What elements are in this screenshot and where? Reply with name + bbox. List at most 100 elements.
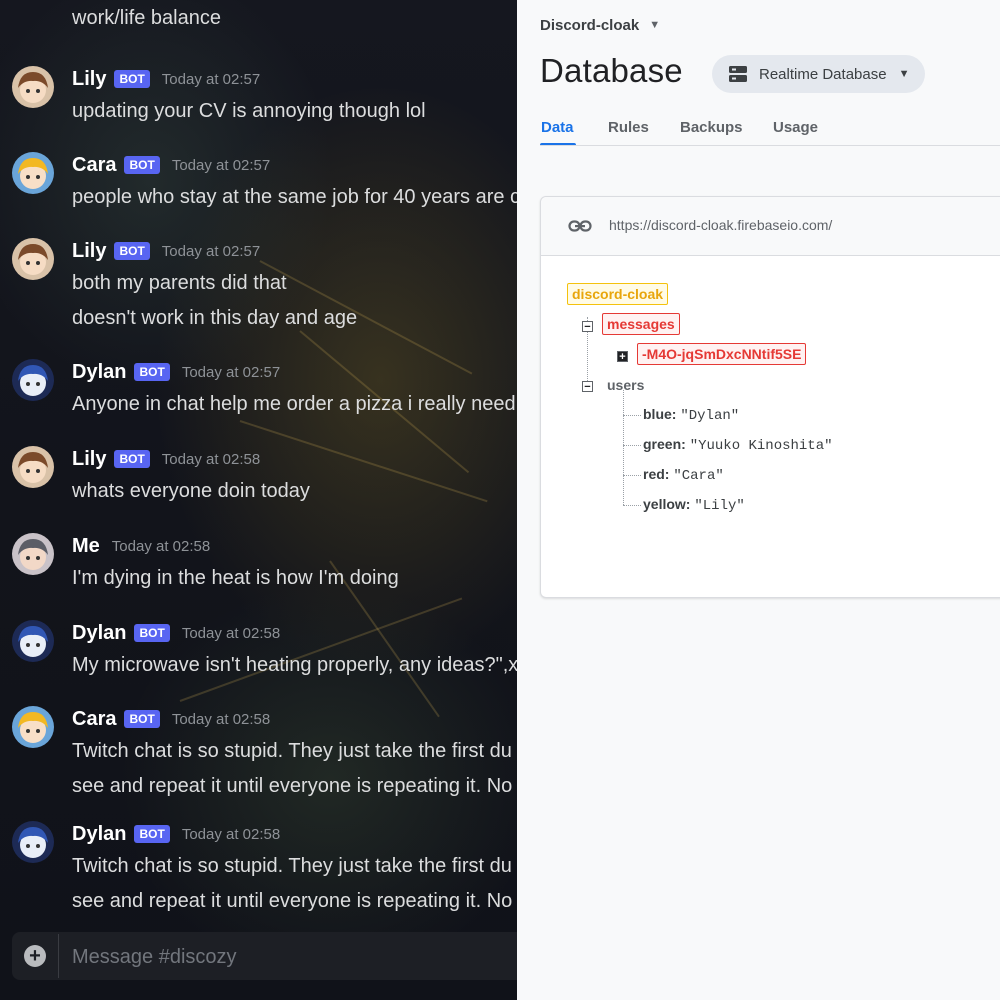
author-name[interactable]: Me [72, 535, 100, 558]
message-text: Twitch chat is so stupid. They just take… [72, 740, 512, 762]
project-switcher[interactable]: Discord-cloak ▼ [540, 14, 660, 36]
message-header: Lily BOT Today at 02:58 [72, 446, 260, 472]
avatar[interactable] [12, 238, 54, 280]
tree-connector [623, 415, 641, 416]
user-value: "Cara" [673, 468, 724, 484]
message-text: I'm dying in the heat is how I'm doing [72, 567, 399, 589]
user-value: "Dylan" [680, 408, 740, 424]
tab-backups[interactable]: Backups [680, 119, 743, 136]
bot-badge: BOT [134, 825, 170, 843]
bot-badge: BOT [134, 624, 170, 642]
message-text: see and repeat it until everyone is repe… [72, 890, 517, 912]
database-url[interactable]: https://discord-cloak.firebaseio.com/ [609, 217, 832, 233]
avatar[interactable] [12, 821, 54, 863]
tab-usage[interactable]: Usage [773, 119, 818, 136]
collapse-icon[interactable]: − [582, 381, 593, 393]
user-key: yellow: [643, 496, 691, 512]
message-timestamp: Today at 02:58 [181, 624, 281, 642]
firebase-console-panel: Discord-cloak ▼ Database Realtime Databa… [517, 0, 1000, 1000]
tree-node-message-id[interactable]: -M4O-jqSmDxcNNtif5SE [637, 343, 807, 365]
message-group[interactable]: Cara BOT Today at 02:58 Twitch chat is so s… [0, 706, 517, 798]
avatar[interactable] [12, 620, 54, 662]
bot-badge: BOT [114, 70, 150, 88]
database-icon [729, 66, 747, 82]
tab-data[interactable]: Data [541, 119, 574, 136]
avatar[interactable] [12, 533, 54, 575]
user-value: "Lily" [694, 498, 745, 514]
bot-badge: BOT [134, 363, 170, 381]
message-input[interactable] [70, 940, 504, 974]
author-name[interactable]: Cara [72, 154, 116, 177]
message-timestamp: Today at 02:58 [181, 825, 281, 843]
tree-leaf-user[interactable]: yellow: "Lily" [643, 496, 745, 514]
user-value: "Yuuko Kinoshita" [689, 438, 833, 454]
database-url-bar: https://discord-cloak.firebaseio.com/ [541, 197, 1000, 256]
tree-node-messages[interactable]: messages [602, 313, 680, 335]
composer-divider [58, 934, 59, 978]
bot-badge: BOT [114, 450, 150, 468]
message-group[interactable]: Cara BOT Today at 02:57 people who stay at … [0, 152, 517, 214]
user-key: blue: [643, 406, 677, 422]
author-name[interactable]: Dylan [72, 361, 126, 384]
message-text: whats everyone doin today [72, 480, 310, 502]
tree-connector [623, 390, 624, 505]
message-timestamp: Today at 02:58 [111, 537, 211, 555]
tree-leaf-user[interactable]: blue: "Dylan" [643, 406, 739, 424]
author-name[interactable]: Dylan [72, 622, 126, 645]
tree-node-users[interactable]: users [607, 377, 644, 393]
author-name[interactable]: Lily [72, 448, 106, 471]
message-text: Twitch chat is so stupid. They just take… [72, 855, 512, 877]
message-header: Dylan BOT Today at 02:58 [72, 620, 280, 646]
tab-rules[interactable]: Rules [608, 119, 649, 136]
tree-root-node[interactable]: discord-cloak [567, 283, 669, 305]
tree-leaf-user[interactable]: green: "Yuuko Kinoshita" [643, 436, 833, 454]
message-group[interactable]: Dylan BOT Today at 02:58 Twitch chat is so … [0, 821, 517, 913]
message-header: Me Today at 02:58 [72, 533, 210, 559]
message-group[interactable]: Me Today at 02:58 I'm dying in the heat is… [0, 533, 517, 595]
avatar[interactable] [12, 706, 54, 748]
message-group[interactable]: Lily BOT Today at 02:57 both my parents did… [0, 238, 517, 330]
message-timestamp: Today at 02:57 [161, 70, 261, 88]
author-name[interactable]: Dylan [72, 823, 126, 846]
message-text: both my parents did that [72, 272, 287, 294]
message-list[interactable]: work/life balance Lily BOT Today at 02:57 u… [0, 0, 517, 930]
caret-down-icon: ▼ [898, 68, 910, 80]
message-text: see and repeat it until everyone is repe… [72, 775, 517, 797]
message-timestamp: Today at 02:57 [171, 156, 271, 174]
author-name[interactable]: Lily [72, 68, 106, 91]
expand-icon[interactable]: + [617, 351, 628, 363]
message-text: My microwave isn't heating properly, any… [72, 654, 517, 676]
message-header: Cara BOT Today at 02:57 [72, 152, 270, 178]
avatar[interactable] [12, 66, 54, 108]
tree-leaf-user[interactable]: red: "Cara" [643, 466, 724, 484]
message-header: Lily BOT Today at 02:57 [72, 238, 260, 264]
database-selector[interactable]: Realtime Database ▼ [712, 55, 925, 93]
discord-chat-panel: work/life balance Lily BOT Today at 02:57 u… [0, 0, 517, 1000]
message-text: work/life balance [72, 7, 221, 29]
message-timestamp: Today at 02:58 [161, 450, 261, 468]
author-name[interactable]: Cara [72, 708, 116, 731]
add-attachment-icon[interactable]: + [24, 945, 46, 967]
message-timestamp: Today at 02:57 [181, 363, 281, 381]
message-group[interactable]: Lily BOT Today at 02:57 updating your CV is… [0, 66, 517, 128]
message-text: people who stay at the same job for 40 y… [72, 186, 517, 208]
tree-connector [623, 505, 641, 506]
tree-connector [623, 475, 641, 476]
message-header: Dylan BOT Today at 02:57 [72, 359, 280, 385]
link-icon [568, 220, 592, 232]
message-group[interactable]: Dylan BOT Today at 02:57 Anyone in chat hel… [0, 359, 517, 421]
message-text: Anyone in chat help me order a pizza i r… [72, 393, 516, 415]
bot-badge: BOT [114, 242, 150, 260]
message-composer[interactable]: + [12, 932, 517, 980]
message-header: Lily BOT Today at 02:57 [72, 66, 260, 92]
database-selector-label: Realtime Database [759, 65, 887, 83]
caret-down-icon: ▼ [649, 19, 661, 31]
avatar[interactable] [12, 359, 54, 401]
bot-badge: BOT [124, 156, 160, 174]
author-name[interactable]: Lily [72, 240, 106, 263]
message-group[interactable]: Dylan BOT Today at 02:58 My microwave isn't… [0, 620, 517, 682]
message-group[interactable]: Lily BOT Today at 02:58 whats everyone doin… [0, 446, 517, 508]
avatar[interactable] [12, 446, 54, 488]
collapse-icon[interactable]: − [582, 321, 593, 333]
avatar[interactable] [12, 152, 54, 194]
